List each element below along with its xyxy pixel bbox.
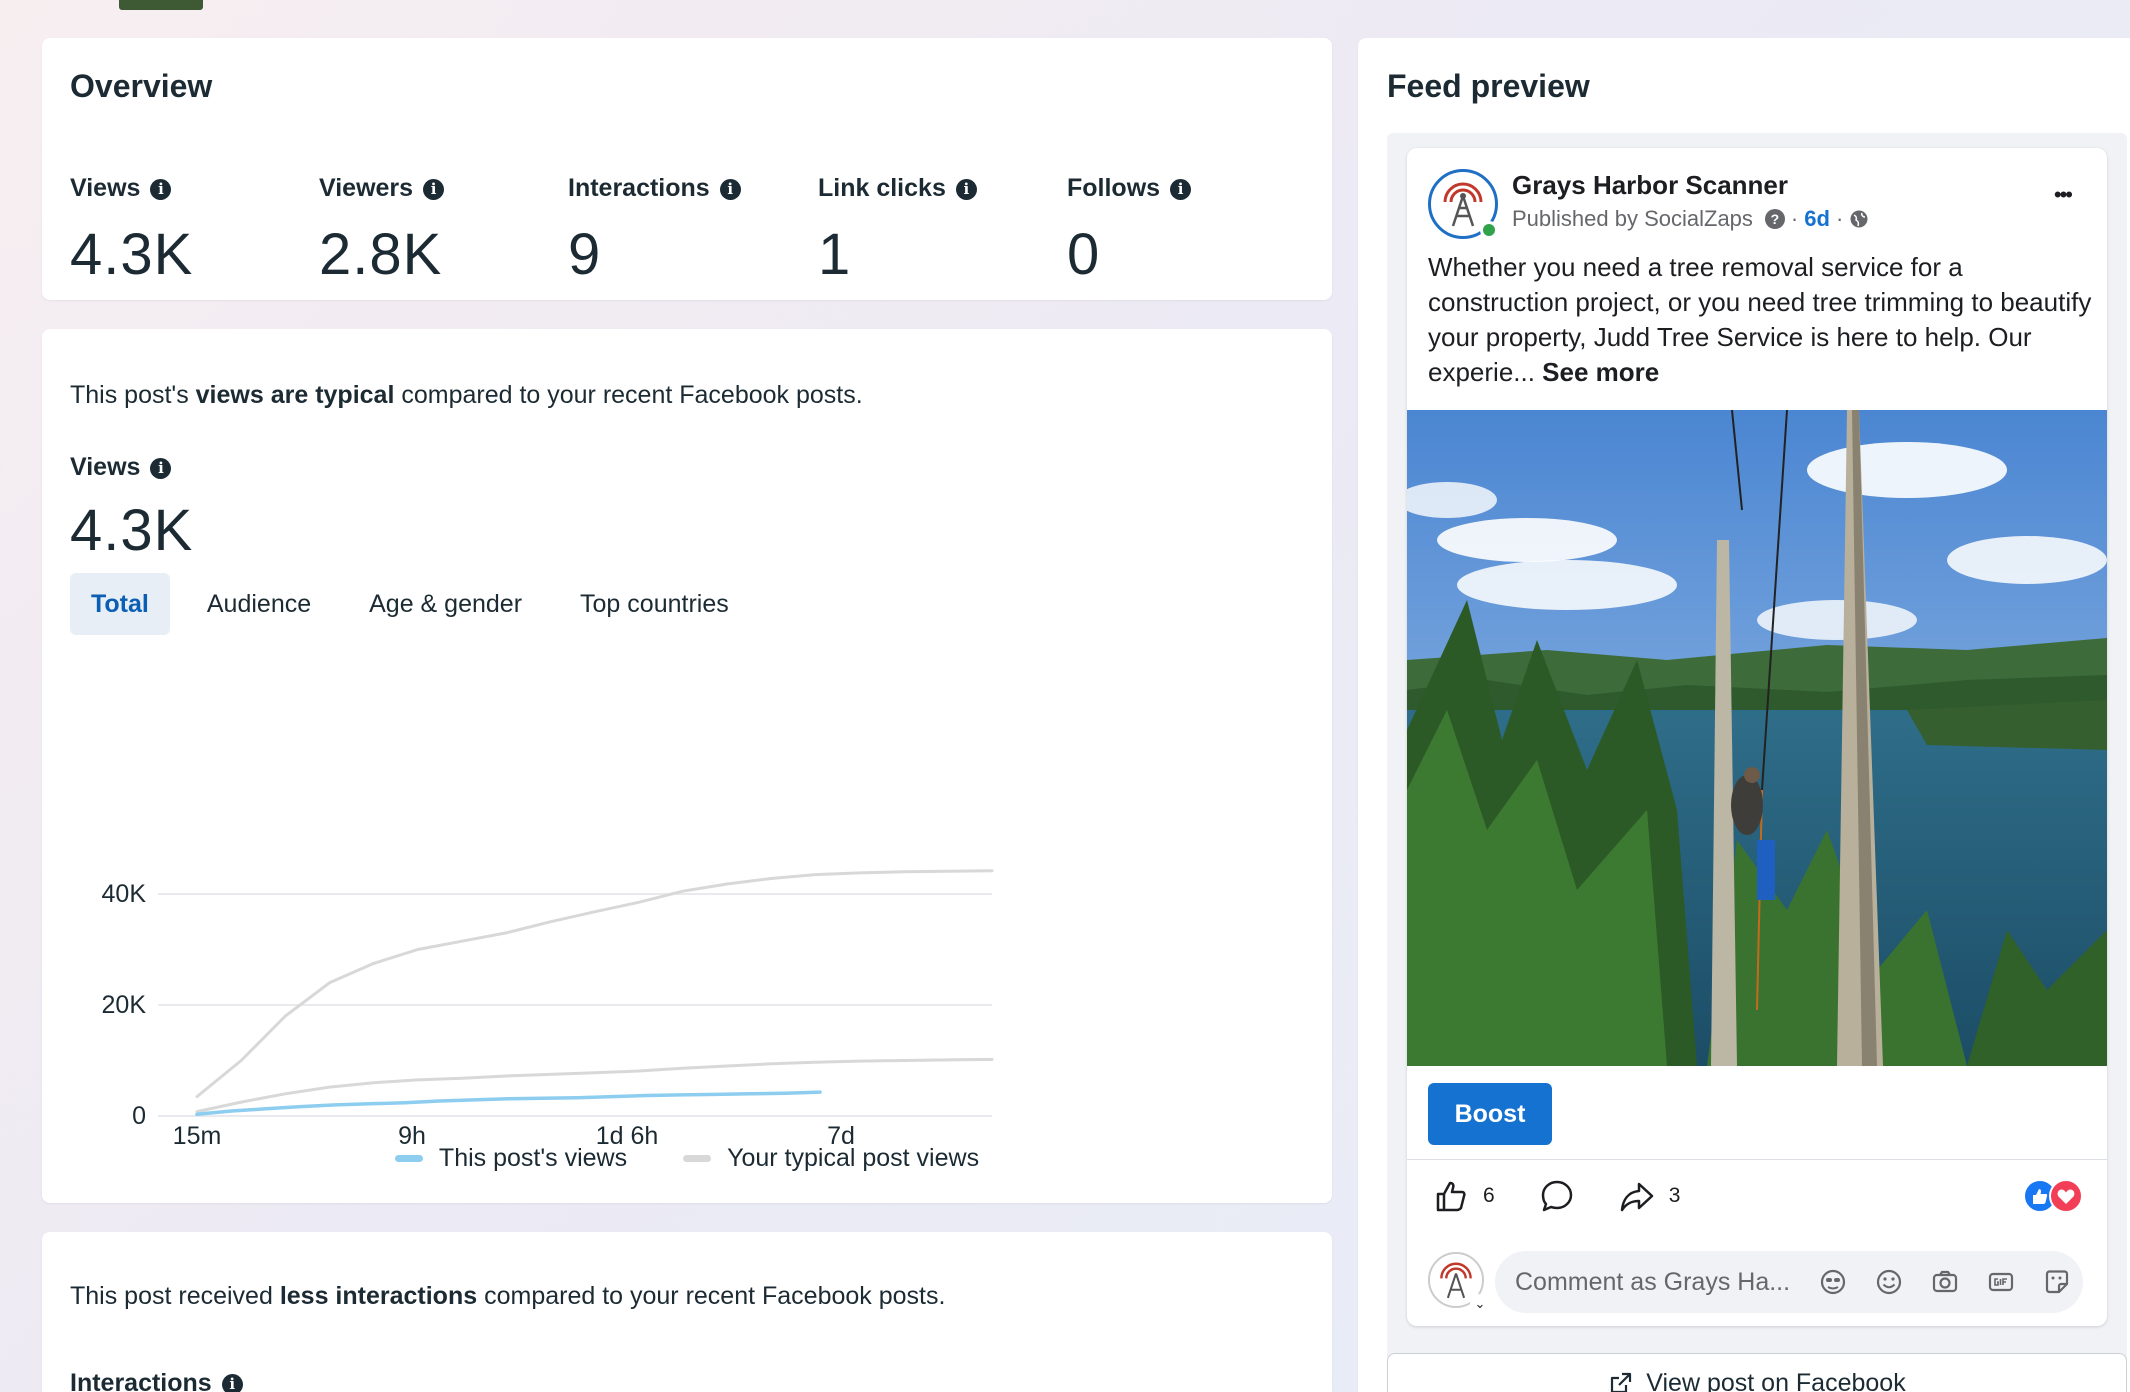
see-more-link[interactable]: See more	[1542, 357, 1659, 387]
y-tick-label: 40K	[102, 880, 147, 908]
comment-placeholder: Comment as Grays Ha...	[1515, 1267, 1791, 1296]
sentence-part: This post received	[70, 1282, 280, 1310]
info-icon[interactable]: i	[719, 178, 741, 200]
metric-interactions: Interactions i 9	[568, 174, 741, 288]
boost-button[interactable]: Boost	[1428, 1083, 1552, 1145]
info-icon[interactable]: i	[221, 1373, 243, 1392]
views-chart: 020K40K15m 9h 1d 6h 7d	[102, 869, 994, 1150]
share-count: 3	[1668, 1184, 1681, 1207]
emoji-icon[interactable]	[1873, 1266, 1905, 1298]
metric-follows: Follows i 0	[1067, 174, 1192, 288]
metric-value: 4.3K	[70, 222, 194, 287]
legend-item-this-post[interactable]: This post's views	[394, 1144, 628, 1173]
globe-icon	[1850, 210, 1868, 228]
gif-icon[interactable]	[1985, 1266, 2017, 1298]
view-post-on-facebook-button[interactable]: View post on Facebook	[1387, 1353, 2127, 1392]
info-icon[interactable]: i	[1170, 178, 1192, 200]
post-photo[interactable]	[1407, 410, 2107, 1066]
avatar-sticker-icon[interactable]	[1817, 1266, 1849, 1298]
interactions-card: This post received less interactions com…	[42, 1232, 1332, 1392]
separator-dot: ·	[1835, 206, 1844, 231]
interactions-label: Interactions i	[70, 1369, 243, 1392]
chart-legend: This post's views Your typical post view…	[42, 1144, 1332, 1173]
overview-card: Overview Views i 4.3K Viewers i 2.8K Inter…	[42, 38, 1332, 300]
series-line-typical[interactable]	[195, 869, 994, 1099]
metric-label: Link clicks	[818, 174, 946, 202]
legend-label: Your typical post views	[727, 1144, 980, 1172]
more-options-button[interactable]: •••	[2054, 182, 2073, 208]
post-actions: 6 3	[1433, 1178, 1724, 1214]
y-tick-label: 20K	[102, 991, 147, 1019]
metric-value: 1	[818, 222, 852, 287]
metric-label: Views	[70, 174, 141, 202]
legend-swatch	[394, 1155, 423, 1162]
info-icon[interactable]: i	[955, 178, 977, 200]
view-post-label: View post on Facebook	[1646, 1368, 1906, 1392]
info-icon[interactable]: i	[423, 178, 445, 200]
reaction-icons[interactable]	[2023, 1179, 2085, 1213]
legend-label: This post's views	[438, 1144, 628, 1172]
metric-views: Views i 4.3K	[70, 174, 193, 288]
comment-icon	[1541, 1180, 1572, 1212]
like-count: 6	[1483, 1184, 1495, 1207]
online-indicator	[1480, 221, 1498, 239]
legend-swatch	[683, 1155, 712, 1162]
metric-label: Follows	[1067, 174, 1161, 202]
share-icon	[1620, 1182, 1653, 1212]
post-card: Grays Harbor Scanner Published by Social…	[1407, 148, 2107, 1326]
metric-viewers: Viewers i 2.8K	[319, 174, 445, 288]
info-icon[interactable]: i	[150, 178, 172, 200]
comment-tools	[1793, 1266, 2073, 1298]
page-name[interactable]: Grays Harbor Scanner	[1512, 170, 1788, 201]
top-strip	[0, 0, 2130, 22]
metric-label: Viewers	[319, 174, 414, 202]
legend-item-typical[interactable]: Your typical post views	[683, 1144, 979, 1173]
help-icon[interactable]: ?	[1764, 209, 1785, 229]
comment-button[interactable]	[1539, 1178, 1575, 1214]
share-button[interactable]: 3	[1619, 1178, 1681, 1214]
post-body: Whether you need a tree removal service …	[1428, 252, 2092, 387]
external-link-icon	[1611, 1372, 1632, 1392]
interactions-label-text: Interactions	[70, 1369, 212, 1392]
like-button[interactable]: 6	[1433, 1178, 1495, 1214]
divider	[1407, 1159, 2107, 1160]
camera-icon[interactable]	[1929, 1266, 1961, 1298]
metric-value: 2.8K	[319, 222, 443, 287]
published-info: Published by SocialZaps ? · 6d ·	[1512, 206, 1869, 232]
sentence-bold: less interactions	[279, 1282, 478, 1310]
metric-value: 9	[568, 222, 602, 287]
series-line-this-post[interactable]	[195, 1090, 822, 1117]
metric-value: 0	[1067, 222, 1101, 287]
published-by: Published by SocialZaps	[1512, 206, 1753, 231]
views-card: This post's views are typical compared t…	[42, 329, 1332, 1203]
chevron-down-icon[interactable]: ⌄	[1470, 1294, 1490, 1314]
like-icon	[1436, 1181, 1466, 1212]
sentence-part: compared to your recent Facebook posts.	[477, 1282, 946, 1310]
tree-photo	[1407, 410, 2107, 1066]
post-text: Whether you need a tree removal service …	[1428, 250, 2098, 390]
sticker-icon[interactable]	[2041, 1266, 2073, 1298]
love-reaction-icon	[2049, 1179, 2083, 1213]
overview-title: Overview	[70, 68, 213, 104]
interactions-comparison-text: This post received less interactions com…	[70, 1282, 945, 1311]
y-tick-label: 0	[132, 1102, 146, 1130]
post-thumbnail	[119, 0, 203, 10]
post-age[interactable]: 6d	[1804, 206, 1830, 232]
series-line-typical[interactable]	[195, 1057, 994, 1114]
separator-dot: ·	[1790, 206, 1799, 231]
metric-label: Interactions	[568, 174, 710, 202]
comment-input[interactable]: Comment as Grays Ha...	[1495, 1251, 2083, 1313]
feed-preview-title: Feed preview	[1387, 68, 1590, 104]
metric-link-clicks: Link clicks i 1	[818, 174, 977, 288]
